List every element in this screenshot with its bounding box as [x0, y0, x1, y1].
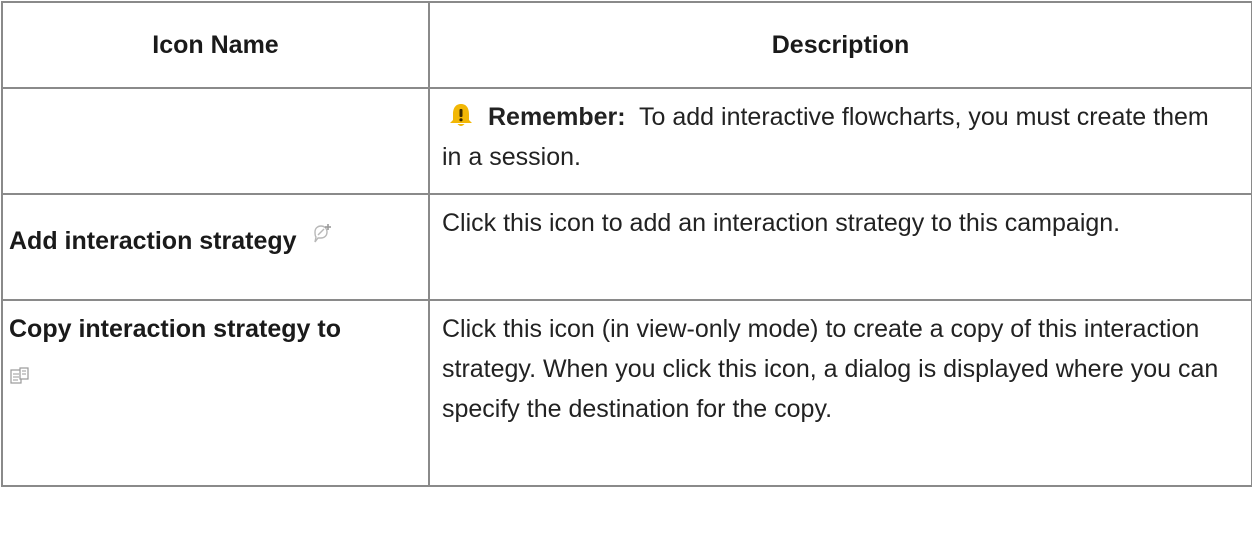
table-row: Add interaction strategy Click this icon…: [1, 193, 1252, 301]
table-header-row: Icon Name Description: [1, 1, 1252, 89]
table-row: Remember: To add interactive flowcharts,…: [1, 87, 1252, 195]
header-description: Description: [428, 1, 1252, 89]
note-block: Remember: To add interactive flowcharts,…: [430, 89, 1251, 185]
note-label: Remember:: [488, 103, 626, 131]
icon-name-cell: Copy interaction strategy to: [1, 299, 430, 487]
header-icon-name: Icon Name: [1, 1, 430, 89]
description-cell: Remember: To add interactive flowcharts,…: [428, 87, 1252, 195]
icon-name-cell: [1, 87, 430, 195]
description-cell: Click this icon (in view-only mode) to c…: [428, 299, 1252, 487]
icon-name-cell: Add interaction strategy: [1, 193, 430, 301]
description-text: Click this icon to add an interaction st…: [442, 209, 1121, 237]
icon-name-block: Copy interaction strategy to: [3, 301, 428, 407]
copy-icon: [9, 359, 31, 384]
bell-warning-icon: [448, 100, 474, 126]
icon-name-text: Add interaction strategy: [9, 227, 297, 255]
description-cell: Click this icon to add an interaction st…: [428, 193, 1252, 301]
icon-name-block: Add interaction strategy: [3, 195, 428, 269]
icon-name-text: [3, 89, 428, 119]
table-row: Copy interaction strategy to Click this …: [1, 299, 1252, 487]
icon-name-text: Copy interaction strategy to: [9, 315, 341, 343]
description-text: Click this icon (in view-only mode) to c…: [442, 315, 1219, 423]
icon-reference-table: Icon Name Description Remember: To add i…: [1, 1, 1252, 487]
add-interaction-strategy-icon: [311, 217, 333, 243]
